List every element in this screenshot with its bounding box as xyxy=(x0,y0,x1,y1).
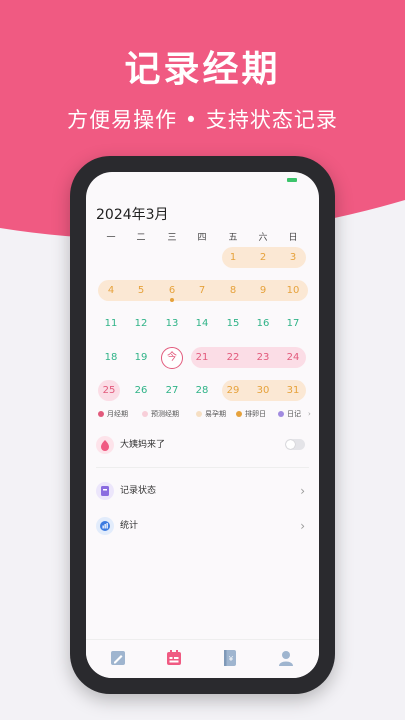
weekday-label: 四 xyxy=(197,233,207,243)
weekday-label: 五 xyxy=(228,233,238,243)
calendar-day[interactable]: 10 xyxy=(280,280,306,301)
profile-icon[interactable] xyxy=(278,649,294,667)
calendar-day[interactable]: 18 xyxy=(98,347,124,368)
calendar-day[interactable]: 25 xyxy=(96,380,122,401)
predicted-swatch-icon xyxy=(142,411,148,417)
period-swatch-icon xyxy=(98,411,104,417)
legend-period: 月经期 xyxy=(98,408,128,420)
calendar-day[interactable]: 17 xyxy=(280,313,306,334)
phone-screen: 2024年3月 一 二 三 四 五 六 日 1 2 3 4 5 6 7 8 9 … xyxy=(86,172,319,678)
calendar-day[interactable]: 26 xyxy=(128,380,154,401)
calendar-day[interactable]: 23 xyxy=(250,347,276,368)
bottom-tab-bar: ¥ xyxy=(86,639,319,678)
clipboard-icon xyxy=(96,482,114,500)
headline-title: 记录经期 xyxy=(124,49,281,90)
legend-fertile: 易孕期 xyxy=(196,408,226,420)
weekday-label: 二 xyxy=(136,233,146,243)
ovulation-dot xyxy=(170,298,174,302)
calendar-day[interactable]: 11 xyxy=(98,313,124,334)
chevron-right-icon: › xyxy=(300,519,305,533)
calendar-day[interactable]: 5 xyxy=(128,280,154,301)
calendar-day-today[interactable]: 今 xyxy=(159,347,185,368)
battery-icon xyxy=(287,178,297,182)
calendar-day[interactable]: 4 xyxy=(98,280,124,301)
period-toggle-label: 大姨妈来了 xyxy=(120,440,166,450)
calendar-day[interactable]: 2 xyxy=(250,247,276,268)
weekday-label: 一 xyxy=(106,233,116,243)
calendar-day[interactable]: 12 xyxy=(128,313,154,334)
record-status-label: 记录状态 xyxy=(120,486,157,496)
statistics-label: 统计 xyxy=(120,521,139,531)
calendar-day[interactable]: 24 xyxy=(280,347,306,368)
legend-ovulation: 排卵日 xyxy=(236,408,266,420)
legend-predicted: 预测经期 xyxy=(142,408,179,420)
chevron-right-icon: › xyxy=(300,484,305,498)
calendar-day[interactable]: 13 xyxy=(159,313,185,334)
calendar-day[interactable]: 7 xyxy=(189,280,215,301)
period-toggle-switch[interactable] xyxy=(285,439,305,450)
legend-diary: 日记 xyxy=(278,408,301,420)
statistics-row[interactable]: 统计 › xyxy=(96,512,309,542)
pen-icon[interactable] xyxy=(110,649,126,667)
month-title[interactable]: 2024年3月 xyxy=(96,204,169,224)
record-status-row[interactable]: 记录状态 › xyxy=(96,477,309,507)
pad-icon xyxy=(96,436,114,454)
calendar-day[interactable]: 3 xyxy=(280,247,306,268)
calendar-day[interactable]: 14 xyxy=(189,313,215,334)
fertile-swatch-icon xyxy=(196,411,202,417)
calendar-day[interactable]: 15 xyxy=(220,313,246,334)
calendar-day[interactable]: 31 xyxy=(280,380,306,401)
period-toggle-row: 大姨妈来了 xyxy=(96,431,309,461)
calendar-day[interactable]: 29 xyxy=(220,380,246,401)
calendar-day[interactable]: 28 xyxy=(189,380,215,401)
calendar-day[interactable]: 9 xyxy=(250,280,276,301)
calendar-day[interactable]: 1 xyxy=(220,247,246,268)
ovulation-swatch-icon xyxy=(236,411,242,417)
calendar-day[interactable]: 21 xyxy=(189,347,215,368)
legend-more-chevron-icon[interactable]: › xyxy=(308,408,311,420)
calendar-icon[interactable] xyxy=(166,649,182,667)
calendar-legend: 月经期 预测经期 易孕期 排卵日 日记 › xyxy=(94,408,314,420)
divider xyxy=(96,467,309,468)
calendar-day[interactable]: 19 xyxy=(128,347,154,368)
calendar-day[interactable]: 16 xyxy=(250,313,276,334)
weekday-label: 三 xyxy=(167,233,177,243)
calendar-day[interactable]: 8 xyxy=(220,280,246,301)
notebook-icon[interactable]: ¥ xyxy=(222,649,238,667)
calendar-day[interactable]: 22 xyxy=(220,347,246,368)
bar-chart-icon xyxy=(96,517,114,535)
headline-subtitle: 方便易操作 • 支持状态记录 xyxy=(67,108,338,132)
calendar-day[interactable]: 27 xyxy=(159,380,185,401)
calendar-day[interactable]: 30 xyxy=(250,380,276,401)
weekday-label: 六 xyxy=(258,233,268,243)
diary-swatch-icon xyxy=(278,411,284,417)
weekday-label: 日 xyxy=(288,233,298,243)
svg-text:¥: ¥ xyxy=(229,655,234,663)
